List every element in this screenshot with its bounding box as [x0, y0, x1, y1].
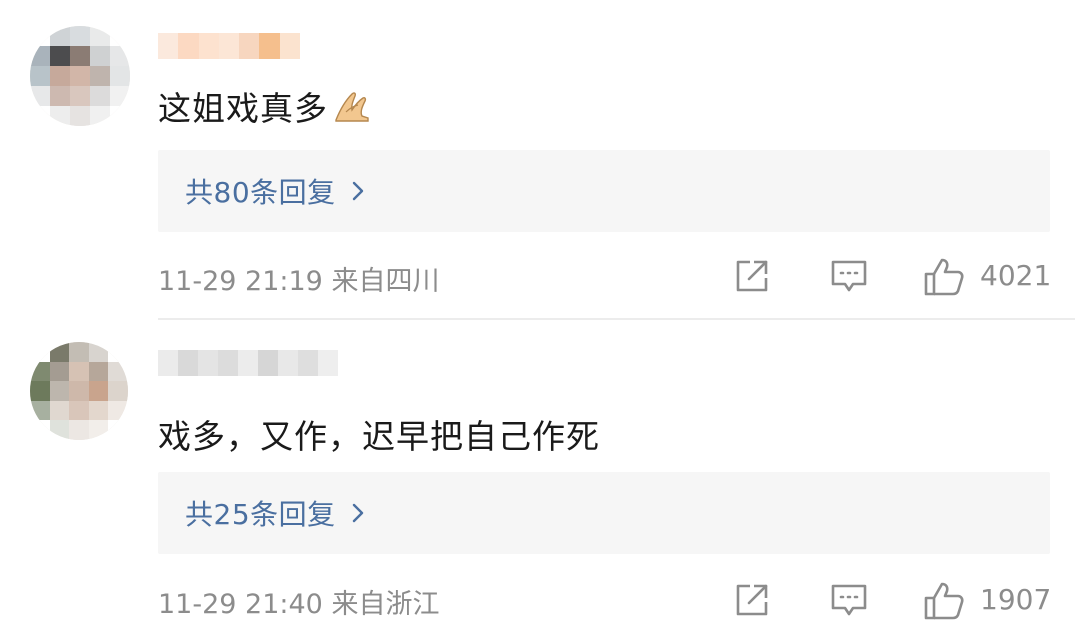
- like-count: 4021: [980, 259, 1052, 292]
- avatar[interactable]: [30, 26, 130, 126]
- comment-list: 这姐戏真多 共80条回复 11-29 21:19 来自四川 4021 戏多，又作…: [0, 0, 1075, 641]
- replies-count-label: 共80条回复: [185, 176, 336, 209]
- comment-location: 来自浙江: [331, 589, 440, 620]
- like-icon[interactable]: [922, 580, 966, 622]
- comment-text: 戏多，又作，迟早把自己作死: [158, 417, 600, 456]
- share-icon[interactable]: [732, 256, 772, 296]
- comment-location: 来自四川: [331, 266, 440, 297]
- share-icon[interactable]: [732, 580, 772, 620]
- comment-meta: 11-29 21:40 来自浙江: [158, 582, 439, 621]
- view-replies-button[interactable]: 共80条回复: [158, 150, 1050, 232]
- comment-meta: 11-29 21:19 来自四川: [158, 259, 439, 298]
- comment-time: 11-29 21:19: [158, 266, 323, 297]
- comment-icon[interactable]: [829, 580, 869, 620]
- chevron-right-icon: [352, 503, 363, 523]
- like-count: 1907: [980, 583, 1052, 616]
- comment-item: 戏多，又作，迟早把自己作死 共25条回复 11-29 21:40 来自浙江 19…: [0, 320, 1075, 641]
- like-icon[interactable]: [922, 256, 966, 298]
- comment-time: 11-29 21:40: [158, 589, 323, 620]
- username-blurred[interactable]: [158, 350, 338, 376]
- comment-icon[interactable]: [829, 256, 869, 296]
- praying-hands-icon: [332, 90, 372, 130]
- chevron-right-icon: [352, 181, 363, 201]
- username-blurred[interactable]: [158, 33, 300, 59]
- view-replies-button[interactable]: 共25条回复: [158, 472, 1050, 554]
- comment-text: 这姐戏真多: [158, 82, 372, 130]
- avatar[interactable]: [30, 342, 128, 440]
- replies-count-label: 共25条回复: [185, 498, 336, 531]
- comment-item: 这姐戏真多 共80条回复 11-29 21:19 来自四川 4021: [0, 0, 1075, 320]
- comment-text-content: 这姐戏真多: [158, 89, 328, 128]
